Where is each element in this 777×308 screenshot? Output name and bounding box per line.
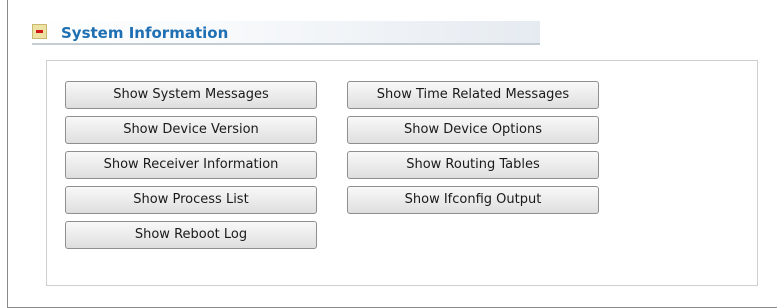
show-system-messages-button[interactable]: Show System Messages bbox=[65, 81, 317, 109]
show-device-version-button[interactable]: Show Device Version bbox=[65, 116, 317, 144]
show-reboot-log-button[interactable]: Show Reboot Log bbox=[65, 221, 317, 249]
minus-icon[interactable] bbox=[32, 24, 47, 39]
show-process-list-button[interactable]: Show Process List bbox=[65, 186, 317, 214]
show-device-options-button[interactable]: Show Device Options bbox=[347, 116, 599, 144]
show-routing-tables-button[interactable]: Show Routing Tables bbox=[347, 151, 599, 179]
section-title: System Information bbox=[61, 24, 229, 42]
section-header: System Information bbox=[32, 21, 540, 45]
show-ifconfig-output-button[interactable]: Show Ifconfig Output bbox=[347, 186, 599, 214]
minus-icon-bar bbox=[36, 30, 43, 33]
show-time-related-messages-button[interactable]: Show Time Related Messages bbox=[347, 81, 599, 109]
show-receiver-information-button[interactable]: Show Receiver Information bbox=[65, 151, 317, 179]
